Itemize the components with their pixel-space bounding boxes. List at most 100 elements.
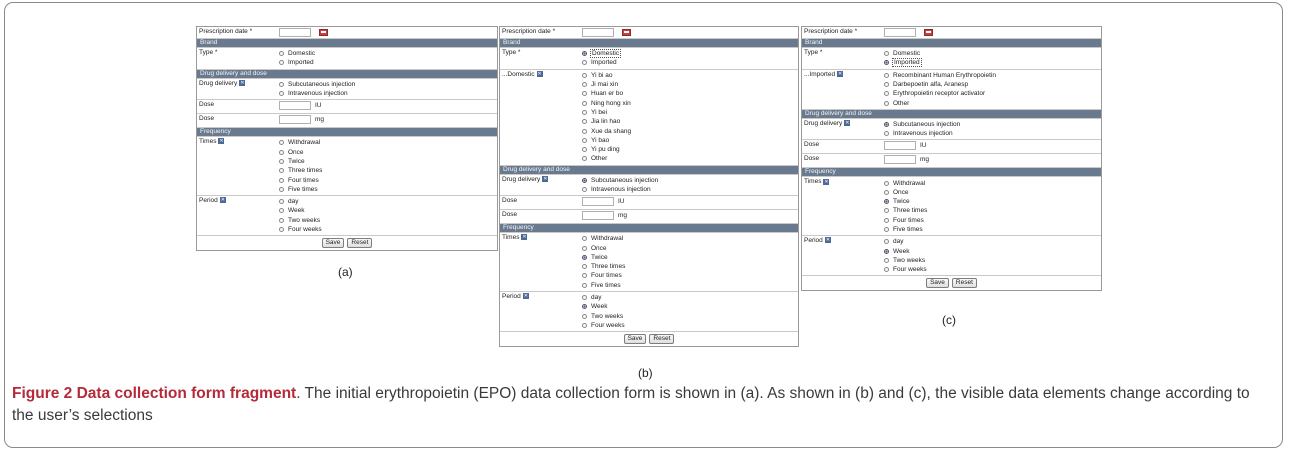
times-option[interactable]: Once [884, 188, 1099, 197]
radio-icon[interactable] [884, 72, 889, 78]
radio-icon[interactable] [279, 177, 284, 183]
radio-icon[interactable] [279, 60, 284, 66]
radio-selected-icon[interactable] [582, 51, 587, 57]
period-option[interactable]: day [884, 237, 1099, 246]
period-option[interactable]: Week [884, 246, 1099, 255]
radio-icon[interactable] [279, 227, 284, 232]
radio-icon[interactable] [279, 149, 284, 155]
radio-icon[interactable] [582, 119, 587, 125]
imported-option[interactable]: Recombinant Human Erythropoietin [884, 71, 1099, 80]
radio-icon[interactable] [884, 239, 889, 245]
times-option[interactable]: Three times [884, 206, 1099, 215]
radio-icon[interactable] [279, 168, 284, 174]
prescription-date-input[interactable] [582, 28, 614, 37]
times-option[interactable]: Four times [582, 271, 796, 280]
toggle-icon[interactable]: ✕ [239, 79, 246, 86]
toggle-icon[interactable]: ✕ [536, 70, 543, 77]
save-button[interactable]: Save [926, 278, 949, 289]
radio-icon[interactable] [582, 109, 587, 115]
radio-icon[interactable] [279, 199, 284, 205]
period-option[interactable]: Week [279, 206, 495, 215]
radio-icon[interactable] [582, 156, 587, 162]
domestic-option[interactable]: Jia lin hao [582, 117, 796, 126]
radio-icon[interactable] [884, 217, 889, 223]
times-option[interactable]: Once [582, 243, 796, 252]
prescription-date-input[interactable] [884, 28, 916, 37]
times-option[interactable]: Twice [582, 253, 796, 262]
domestic-option[interactable]: Yi bao [582, 136, 796, 145]
period-option[interactable]: Week [582, 302, 796, 311]
radio-icon[interactable] [582, 295, 587, 301]
domestic-option[interactable]: Yi bei [582, 108, 796, 117]
times-option[interactable]: Three times [582, 262, 796, 271]
dose-iu-input[interactable] [884, 141, 916, 151]
radio-selected-icon[interactable] [884, 60, 889, 66]
radio-icon[interactable] [582, 91, 587, 97]
dose-mg-input[interactable] [582, 211, 614, 221]
radio-icon[interactable] [582, 264, 587, 270]
radio-selected-icon[interactable] [582, 304, 587, 310]
times-option[interactable]: Five times [884, 225, 1099, 234]
calendar-icon[interactable] [924, 29, 933, 36]
radio-icon[interactable] [279, 140, 284, 146]
toggle-icon[interactable]: ✕ [837, 70, 844, 77]
dose-mg-input[interactable] [884, 155, 916, 165]
times-option[interactable]: Twice [279, 157, 495, 166]
radio-selected-icon[interactable] [884, 121, 889, 127]
radio-icon[interactable] [582, 147, 587, 153]
type-option[interactable]: Imported [582, 58, 796, 67]
domestic-option[interactable]: Xue da shang [582, 126, 796, 135]
domestic-option[interactable]: Huan er bo [582, 89, 796, 98]
radio-icon[interactable] [279, 186, 284, 192]
reset-button[interactable]: Reset [347, 238, 373, 249]
radio-icon[interactable] [884, 91, 889, 97]
radio-selected-icon[interactable] [884, 199, 889, 205]
radio-icon[interactable] [884, 189, 889, 195]
radio-icon[interactable] [279, 81, 284, 87]
radio-icon[interactable] [884, 227, 889, 232]
radio-icon[interactable] [582, 128, 587, 134]
type-option[interactable]: Domestic [582, 49, 796, 59]
radio-icon[interactable] [582, 100, 587, 106]
period-option[interactable]: day [279, 197, 495, 206]
times-option[interactable]: Four times [279, 175, 495, 184]
domestic-option[interactable]: Yi bi ao [582, 71, 796, 80]
toggle-icon[interactable]: ✕ [218, 138, 225, 145]
toggle-icon[interactable]: ✕ [844, 120, 851, 127]
radio-icon[interactable] [884, 267, 889, 273]
delivery-option[interactable]: Subcutaneous injection [279, 80, 495, 89]
radio-icon[interactable] [582, 72, 587, 78]
delivery-option[interactable]: Intravenous injection [582, 185, 796, 194]
type-option[interactable]: Domestic [884, 49, 1099, 58]
radio-icon[interactable] [884, 208, 889, 214]
type-option[interactable]: Imported [279, 58, 495, 67]
times-option[interactable]: Five times [582, 281, 796, 290]
imported-option[interactable]: Other [884, 98, 1099, 107]
radio-icon[interactable] [279, 51, 284, 57]
radio-selected-icon[interactable] [884, 248, 889, 254]
reset-button[interactable]: Reset [649, 334, 675, 345]
toggle-icon[interactable]: ✕ [542, 175, 549, 182]
times-option[interactable]: Once [279, 147, 495, 156]
delivery-option[interactable]: Subcutaneous injection [582, 176, 796, 185]
radio-icon[interactable] [279, 91, 284, 97]
calendar-icon[interactable] [319, 29, 328, 36]
delivery-option[interactable]: Subcutaneous injection [884, 120, 1099, 129]
radio-icon[interactable] [884, 131, 889, 137]
domestic-option[interactable]: Yi pu ding [582, 145, 796, 154]
imported-option[interactable]: Erythropoietin receptor activator [884, 89, 1099, 98]
period-option[interactable]: Two weeks [884, 256, 1099, 265]
dose-iu-input[interactable] [582, 197, 614, 207]
prescription-date-input[interactable] [279, 28, 311, 37]
times-option[interactable]: Withdrawal [279, 138, 495, 147]
times-option[interactable]: Withdrawal [582, 234, 796, 243]
radio-icon[interactable] [279, 217, 284, 223]
type-option[interactable]: Imported [884, 58, 1099, 68]
save-button[interactable]: Save [623, 334, 647, 345]
times-option[interactable]: Withdrawal [884, 178, 1099, 187]
radio-icon[interactable] [582, 273, 587, 279]
toggle-icon[interactable]: ✕ [522, 293, 529, 300]
radio-icon[interactable] [582, 313, 587, 319]
toggle-icon[interactable]: ✕ [219, 197, 226, 204]
domestic-option[interactable]: Ning hong xin [582, 98, 796, 107]
